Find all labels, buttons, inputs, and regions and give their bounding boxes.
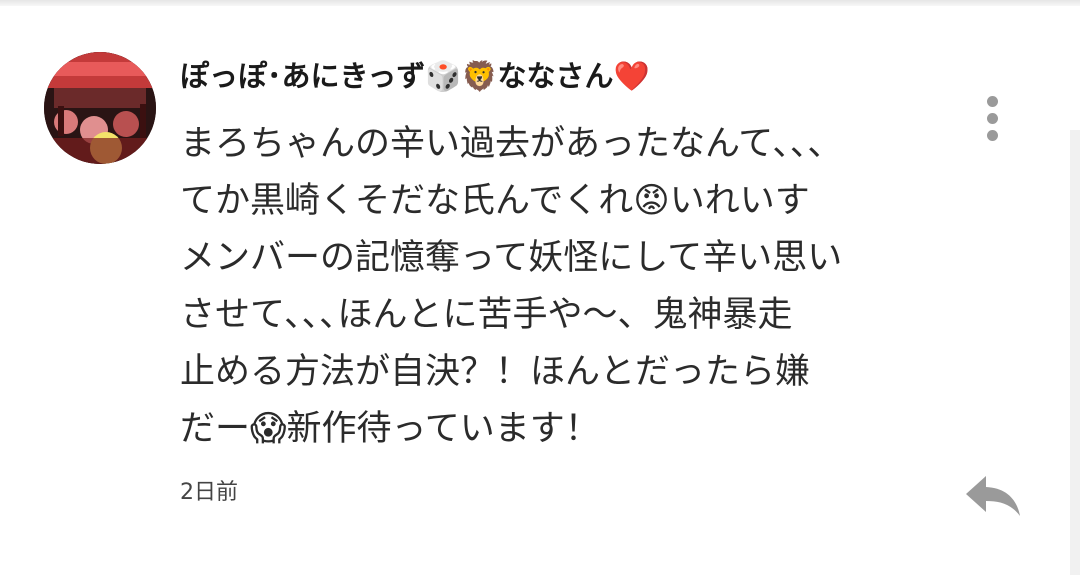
comment-line: だー😱新作待っています！ (180, 409, 600, 449)
more-options-button[interactable] (976, 94, 1008, 144)
comment-line: まろちゃんの辛い過去があったなんて､､､ (180, 124, 826, 164)
comment-line: てか黒崎くそだな氏んでくれ😡いれいす (180, 181, 810, 221)
scroll-track[interactable] (1070, 130, 1080, 575)
avatar-image (44, 52, 156, 164)
vertical-ellipsis-icon (987, 113, 998, 124)
reply-arrow-icon (966, 476, 1020, 516)
vertical-ellipsis-icon (987, 96, 998, 107)
comment-timestamp: 2日前 (180, 480, 238, 505)
comment-body: まろちゃんの辛い過去があったなんて､､､ てか黒崎くそだな氏んでくれ😡いれいす … (180, 116, 950, 458)
comment-line: させて､､､ほんとに苦手や〜、鬼神暴走 (180, 295, 793, 335)
comment-line: 止める方法が自決？！ほんとだったら嫌 (180, 352, 811, 392)
avatar[interactable] (44, 52, 156, 164)
reply-button[interactable] (962, 470, 1024, 522)
vertical-ellipsis-icon (987, 130, 998, 141)
comment-line: メンバーの記憶奪って妖怪にして辛い思い (180, 238, 843, 278)
top-divider (0, 0, 1080, 6)
comment-author[interactable]: ぽっぽ･あにきっず🎲🦁ななさん❤️ (180, 54, 650, 98)
